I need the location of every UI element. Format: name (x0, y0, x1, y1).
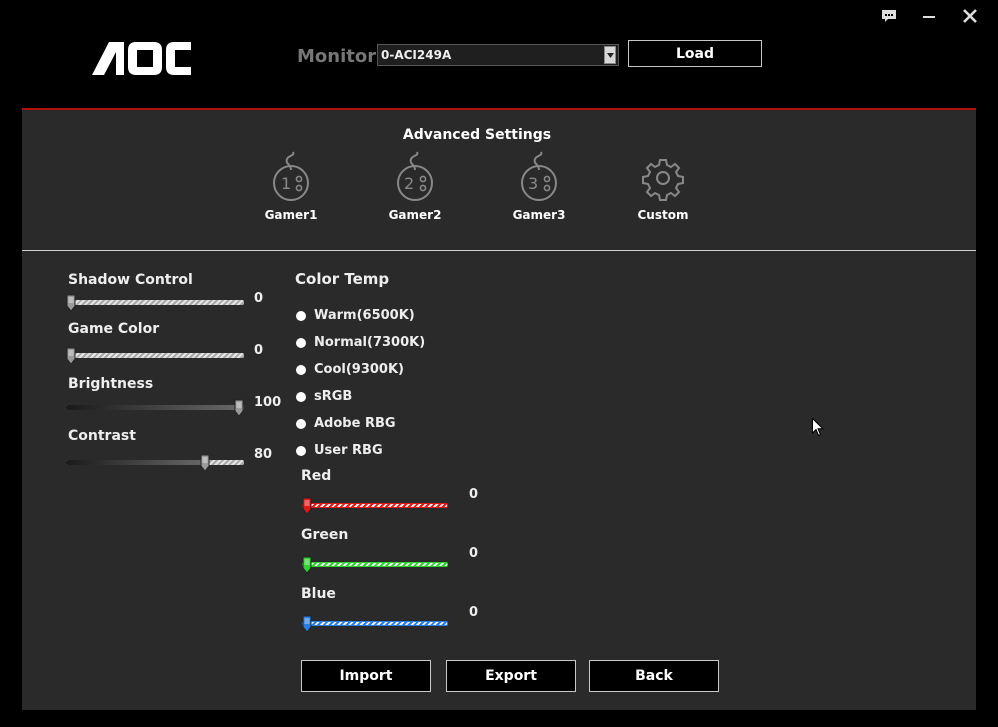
radio-label: sRGB (314, 389, 353, 404)
shadow-control-value: 0 (254, 291, 264, 306)
game-color-value: 0 (254, 343, 264, 358)
radio-warm[interactable]: Warm(6500K) (296, 308, 415, 323)
radio-dot (296, 337, 306, 348)
radio-adobe-rbg[interactable]: Adobe RBG (296, 416, 396, 431)
slider-fill (66, 460, 209, 465)
aoc-logo (92, 40, 192, 76)
red-value: 0 (469, 487, 479, 502)
gamepad-2-icon: 2 (397, 151, 433, 201)
import-button[interactable]: Import (301, 660, 431, 692)
monitor-select[interactable]: 0-ACI249A (377, 44, 619, 66)
blue-label: Blue (301, 586, 336, 602)
red-slider[interactable] (302, 503, 448, 508)
chevron-down-icon[interactable] (604, 46, 616, 64)
game-color-label: Game Color (68, 321, 160, 337)
radio-label: Cool(9300K) (314, 362, 404, 377)
export-button[interactable]: Export (446, 660, 576, 692)
advanced-settings-title: Advanced Settings (402, 127, 552, 143)
monitor-select-value: 0-ACI249A (381, 48, 452, 62)
minimize-icon[interactable] (919, 6, 939, 26)
brightness-value: 100 (254, 395, 282, 410)
red-label: Red (301, 468, 332, 484)
radio-dot (296, 445, 306, 456)
load-button[interactable]: Load (628, 40, 762, 67)
blue-value: 0 (469, 605, 479, 620)
game-color-slider[interactable] (66, 353, 244, 358)
mouse-cursor-icon (812, 417, 825, 441)
slider-thumb[interactable] (200, 454, 210, 472)
radio-dot (296, 310, 306, 321)
profile-gamer3[interactable]: 3 Gamer3 (499, 150, 579, 222)
blue-slider[interactable] (302, 621, 448, 626)
contrast-label: Contrast (68, 428, 136, 444)
profile-gamer2[interactable]: 2 Gamer2 (375, 150, 455, 222)
back-button[interactable]: Back (589, 660, 719, 692)
slider-fill (66, 405, 244, 410)
monitor-label: Monitor (297, 46, 377, 67)
slider-thumb[interactable] (302, 497, 312, 515)
radio-label: Adobe RBG (314, 416, 396, 431)
profile-custom[interactable]: Custom (623, 154, 703, 222)
slider-thumb[interactable] (234, 399, 244, 417)
profile-gamer1[interactable]: 1 Gamer1 (251, 150, 331, 222)
gamepad-3-icon: 3 (521, 151, 557, 201)
svg-text:1: 1 (281, 174, 291, 193)
brightness-label: Brightness (68, 376, 154, 392)
radio-dot (296, 418, 306, 429)
feedback-icon[interactable] (879, 6, 899, 26)
gamepad-1-icon: 1 (273, 151, 309, 201)
contrast-value: 80 (254, 447, 273, 462)
contrast-slider[interactable] (66, 460, 244, 465)
radio-label: Normal(7300K) (314, 335, 426, 350)
profile-label: Gamer1 (264, 208, 318, 222)
slider-thumb[interactable] (66, 294, 76, 312)
close-icon[interactable] (960, 6, 980, 26)
profile-label: Custom (637, 208, 689, 222)
radio-srgb[interactable]: sRGB (296, 389, 352, 404)
svg-text:3: 3 (528, 174, 538, 193)
profile-label: Gamer3 (512, 208, 566, 222)
shadow-control-label: Shadow Control (68, 272, 193, 288)
radio-label: Warm(6500K) (314, 308, 415, 323)
green-label: Green (301, 527, 349, 543)
radio-dot (296, 364, 306, 375)
profile-label: Gamer2 (388, 208, 442, 222)
radio-normal[interactable]: Normal(7300K) (296, 335, 425, 350)
radio-cool[interactable]: Cool(9300K) (296, 362, 404, 377)
section-divider (22, 250, 976, 251)
gear-icon (642, 159, 684, 201)
brightness-slider[interactable] (66, 405, 244, 410)
radio-user-rbg[interactable]: User RBG (296, 443, 383, 458)
slider-thumb[interactable] (66, 347, 76, 365)
color-temp-title: Color Temp (295, 270, 390, 288)
slider-thumb[interactable] (302, 615, 312, 633)
green-value: 0 (469, 546, 479, 561)
shadow-control-slider[interactable] (66, 300, 244, 305)
settings-panel: Advanced Settings 1 Gamer1 2 Gamer2 3 Ga… (22, 110, 976, 710)
green-slider[interactable] (302, 562, 448, 567)
svg-text:2: 2 (404, 174, 414, 193)
slider-thumb[interactable] (302, 556, 312, 574)
radio-label: User RBG (314, 443, 383, 458)
radio-dot (296, 391, 306, 402)
